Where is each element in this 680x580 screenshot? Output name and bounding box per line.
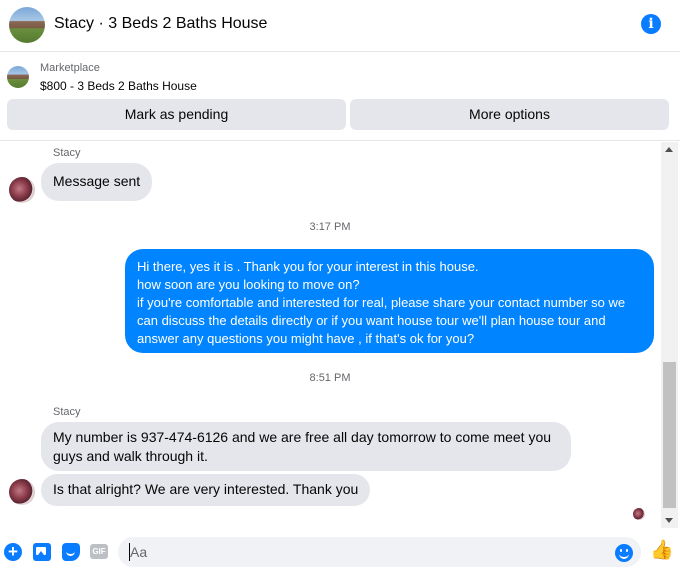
listing-avatar[interactable] (9, 7, 45, 43)
like-icon[interactable]: 👍 (650, 540, 674, 562)
listing-price-title[interactable]: $800 - 3 Beds 2 Baths House (40, 79, 197, 93)
sticker-icon[interactable] (62, 543, 80, 561)
incoming-message: Message sent (41, 163, 153, 201)
conversation-title[interactable]: Stacy · 3 Beds 2 Baths House (54, 15, 267, 33)
scrollbar-thumb[interactable] (663, 362, 676, 508)
scroll-down-arrow-icon[interactable] (665, 518, 673, 523)
message-thread: Stacy Message sent 3:17 PM Hi there, yes… (0, 142, 660, 530)
message-line: how soon are you looking to move on? (137, 277, 360, 292)
sender-avatar[interactable] (9, 177, 35, 203)
seen-indicator-avatar (633, 508, 645, 520)
info-icon[interactable]: i (641, 14, 661, 34)
message-line: answer any questions you might have , if… (137, 331, 475, 346)
message-composer: + GIF Aa 👍 (0, 530, 680, 580)
photo-icon[interactable] (33, 543, 51, 561)
mark-as-pending-button[interactable]: Mark as pending (7, 99, 346, 130)
message-line: guys and walk through it. (53, 447, 208, 464)
message-line: My number is 937-474-6126 and we are fre… (53, 429, 552, 445)
listing-source-label: Marketplace (40, 62, 100, 74)
gif-icon[interactable]: GIF (90, 544, 108, 559)
message-scrollbar[interactable] (661, 142, 678, 528)
message-input-placeholder: Aa (130, 544, 148, 560)
listing-thumbnail[interactable] (7, 66, 29, 88)
scroll-up-arrow-icon[interactable] (665, 147, 673, 152)
more-options-button[interactable]: More options (350, 99, 669, 130)
timestamp: 3:17 PM (309, 221, 351, 233)
message-line: Hi there, yes it is . Thank you for your… (137, 259, 479, 274)
emoji-icon[interactable] (615, 544, 633, 562)
incoming-message: Is that alright? We are very interested.… (41, 474, 371, 506)
incoming-message: My number is 937-474-6126 and we are fre… (41, 422, 571, 471)
message-input[interactable]: Aa (118, 537, 641, 567)
outgoing-message: Hi there, yes it is . Thank you for your… (125, 249, 654, 353)
timestamp: 8:51 PM (309, 372, 351, 384)
listing-panel: Marketplace $800 - 3 Beds 2 Baths House … (0, 53, 680, 141)
sender-avatar[interactable] (9, 479, 35, 505)
message-line: if you're comfortable and interested for… (137, 295, 626, 310)
conversation-header: Stacy · 3 Beds 2 Baths House i (0, 0, 680, 52)
message-line: can discuss the details directly or if y… (137, 313, 606, 328)
sender-name: Stacy (53, 147, 81, 159)
plus-icon[interactable]: + (4, 543, 22, 561)
sender-name: Stacy (53, 406, 81, 418)
